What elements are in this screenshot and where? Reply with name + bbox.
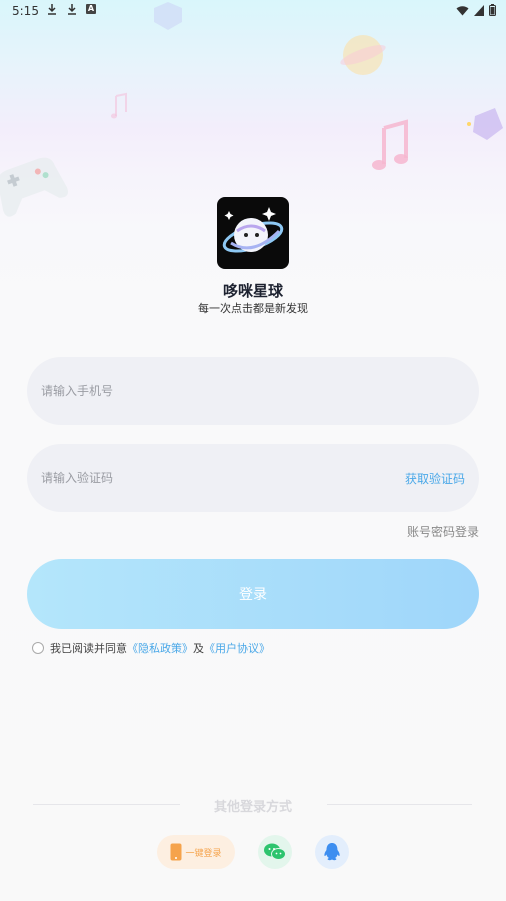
app-name: 哆咪星球 — [222, 282, 283, 300]
battery-icon — [489, 4, 496, 16]
get-code-button[interactable]: 获取验证码 — [405, 470, 465, 487]
wechat-login-button[interactable] — [258, 835, 292, 869]
music-note-decoration-icon — [372, 119, 408, 170]
agreement-prefix: 我已阅读并同意 — [50, 642, 127, 655]
code-field[interactable]: 获取验证码 — [27, 444, 479, 512]
phone-field[interactable] — [27, 357, 479, 425]
code-input[interactable] — [41, 471, 405, 485]
agreement-and: 及 — [193, 642, 204, 655]
download-icon — [48, 4, 56, 15]
status-bar: 5:15 A — [0, 0, 506, 22]
cube-decoration-icon — [154, 2, 182, 30]
qq-icon — [324, 843, 340, 861]
wifi-icon — [456, 5, 469, 15]
phone-input[interactable] — [41, 384, 465, 398]
privacy-policy-link[interactable]: 《隐私政策》 — [127, 640, 193, 656]
qq-login-button[interactable] — [315, 835, 349, 869]
status-notification-icons: A — [46, 3, 96, 15]
app-logo — [217, 197, 289, 269]
password-login-link[interactable]: 账号密码登录 — [407, 523, 479, 540]
small-music-note-decoration-icon — [111, 92, 127, 119]
one-key-login-label: 一键登录 — [185, 848, 222, 859]
app-slogan: 每一次点击都是新发现 — [198, 302, 308, 315]
user-agreement-link[interactable]: 《用户协议》 — [204, 640, 270, 656]
login-button[interactable]: 登录 — [27, 559, 479, 629]
agreement-checkbox[interactable] — [32, 642, 44, 654]
wechat-icon — [264, 843, 286, 860]
login-button-label: 登录 — [239, 587, 267, 603]
agreement-row: 我已阅读并同意 《隐私政策》 及 《用户协议》 — [32, 640, 270, 656]
download-icon — [68, 4, 76, 15]
status-time: 5:15 — [12, 4, 39, 18]
gamepad-decoration-icon — [0, 157, 68, 217]
planet-logo-icon — [222, 207, 284, 253]
phone-icon — [170, 843, 182, 861]
planet-decoration-icon — [340, 35, 386, 75]
sparkle-decoration-icon — [467, 108, 503, 140]
one-key-login-button[interactable]: 一键登录 — [157, 835, 235, 869]
a-letter-icon: A — [86, 4, 96, 14]
status-system-icons — [456, 4, 496, 16]
other-login-title: 其他登录方式 — [213, 800, 292, 815]
signal-icon — [474, 4, 484, 16]
